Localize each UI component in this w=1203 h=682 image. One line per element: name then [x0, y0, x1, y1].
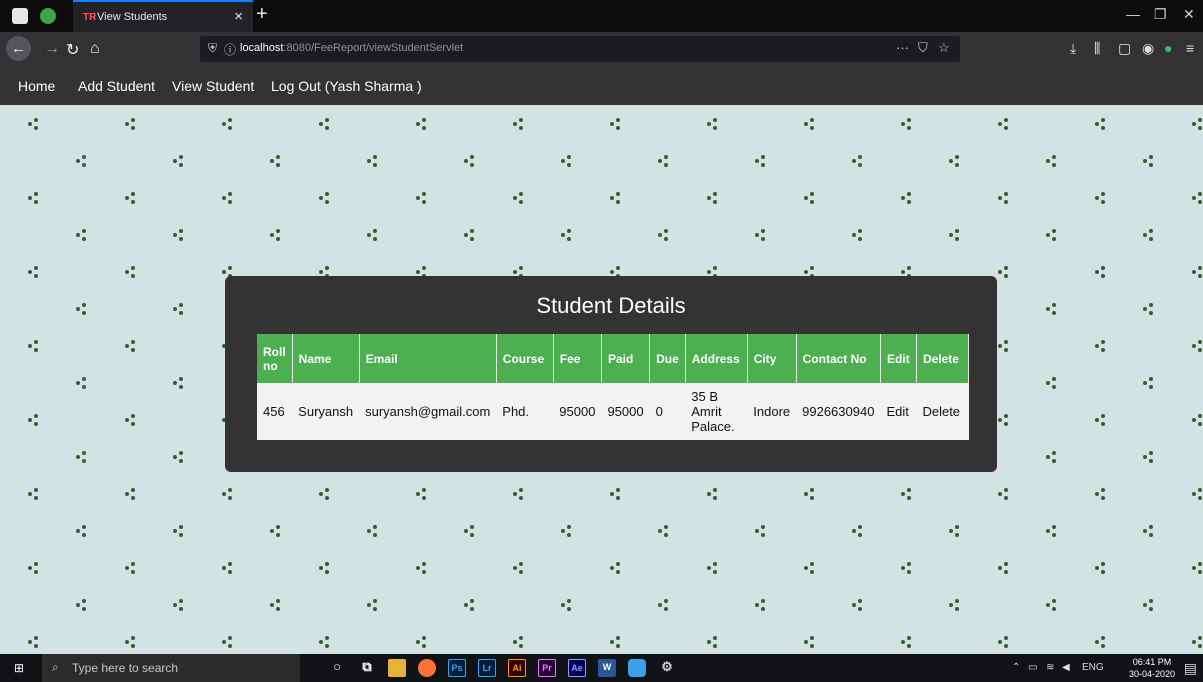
library-icon[interactable]: ⫼	[1094, 40, 1100, 57]
home-icon[interactable]: ⌂	[90, 40, 100, 58]
tab-view-students[interactable]: TR View Students ×	[73, 0, 253, 32]
search-icon: ⌕	[52, 660, 59, 674]
clock-time: 06:41 PM	[1132, 657, 1172, 667]
minimize-icon[interactable]: —	[1126, 6, 1140, 22]
back-arrow-icon[interactable]: ←	[6, 36, 31, 61]
volume-icon[interactable]: ◀	[1062, 662, 1070, 673]
col-paid: Paid	[601, 334, 651, 383]
cell-paid: 95000	[607, 404, 644, 419]
extension-icon[interactable]	[40, 8, 56, 24]
site-top-nav: Home Add Student View Student Log Out (Y…	[0, 67, 1203, 105]
taskbar-search-box[interactable]: ⌕ Type here to search	[42, 654, 300, 682]
file-explorer-icon[interactable]	[388, 659, 406, 677]
search-placeholder: Type here to search	[72, 661, 179, 675]
menu-hamburger-icon[interactable]: ≡	[1186, 40, 1194, 56]
sidebar-icon[interactable]: ▢	[1118, 40, 1131, 57]
window-menu-icon[interactable]	[12, 8, 28, 24]
3d-viewer-icon[interactable]	[628, 659, 646, 677]
url-host: localhost	[240, 42, 284, 54]
cell-email: suryansh@gmail.com	[365, 404, 491, 419]
cell-roll-no: 456	[263, 404, 285, 419]
student-details-panel: Student Details Roll no Name Email Cours…	[225, 276, 997, 472]
nav-add-student-link[interactable]: Add Student	[78, 78, 155, 94]
table-row: 456 Suryansh suryansh@gmail.com Phd. 950…	[257, 383, 968, 440]
col-contact-no: Contact No	[796, 334, 881, 383]
close-window-icon[interactable]: ✕	[1183, 6, 1195, 23]
cell-due: 0	[655, 404, 663, 419]
nav-home-link[interactable]: Home	[18, 78, 55, 94]
table-header-row: Roll no Name Email Course Fee Paid Due A…	[257, 334, 969, 383]
panel-title: Student Details	[536, 293, 686, 318]
reload-icon[interactable]: ↻	[66, 40, 79, 60]
col-delete: Delete	[916, 334, 969, 383]
cell-address: 35 B Amrit Palace.	[691, 389, 735, 434]
tray-chevron-icon[interactable]: ⌃	[1012, 662, 1020, 673]
col-due: Due	[649, 334, 686, 383]
cell-contact-no: 9926630940	[802, 404, 875, 419]
task-view-icon[interactable]: ⧉	[358, 659, 376, 677]
edit-link[interactable]: Edit	[880, 383, 916, 440]
lightroom-icon[interactable]: Lr	[478, 659, 496, 677]
premiere-icon[interactable]: Pr	[538, 659, 556, 677]
app-tool-icon[interactable]: ⚙	[658, 659, 676, 677]
pocket-icon[interactable]: ⛉	[918, 40, 928, 56]
wifi-icon[interactable]: ≋	[1046, 662, 1054, 673]
new-tab-icon[interactable]: +	[256, 3, 268, 26]
illustrator-icon[interactable]: Ai	[508, 659, 526, 677]
col-roll-no: Roll no	[257, 334, 293, 383]
after-effects-icon[interactable]: Ae	[568, 659, 586, 677]
tab-favicon-icon: TR	[83, 12, 97, 23]
windows-start-icon[interactable]: ⊞	[14, 661, 24, 675]
firefox-icon[interactable]	[418, 659, 436, 677]
col-city: City	[747, 334, 797, 383]
bookmark-star-icon[interactable]: ☆	[938, 40, 950, 56]
col-edit: Edit	[880, 334, 917, 383]
col-address: Address	[685, 334, 748, 383]
cell-name: Suryansh	[298, 404, 354, 419]
tracking-shield-icon[interactable]: ⛨	[208, 41, 217, 56]
page-body: Student Details Roll no Name Email Cours…	[0, 105, 1203, 654]
url-text: localhost:8080/FeeReport/viewStudentServ…	[240, 42, 463, 54]
cell-course: Phd.	[502, 404, 530, 419]
col-course: Course	[496, 334, 554, 383]
url-bar[interactable]: ⛨ ⓘ localhost:8080/FeeReport/viewStudent…	[200, 36, 960, 62]
notification-icon[interactable]: ▤	[1184, 660, 1197, 677]
windows-taskbar: ⊞ ⌕ Type here to search ○ ⧉ Ps Lr Ai Pr …	[0, 654, 1203, 682]
cell-city: Indore	[753, 404, 791, 419]
nav-view-student-link[interactable]: View Student	[172, 78, 254, 94]
url-path: :8080/FeeReport/viewStudentServlet	[283, 42, 464, 54]
language-indicator[interactable]: ENG	[1082, 662, 1104, 673]
downloads-icon[interactable]: ⤓	[1070, 40, 1076, 57]
browser-toolbar: ← → ↻ ⌂ ⛨ ⓘ localhost:8080/FeeReport/vie…	[0, 32, 1203, 67]
battery-icon[interactable]: ▭	[1028, 662, 1037, 673]
extension-green-icon[interactable]: ●	[1164, 40, 1172, 56]
cortana-icon[interactable]: ○	[328, 659, 346, 677]
restore-icon[interactable]: ❐	[1154, 6, 1167, 23]
students-table: Roll no Name Email Course Fee Paid Due A…	[257, 334, 969, 440]
col-email: Email	[359, 334, 497, 383]
word-icon[interactable]: W	[598, 659, 616, 677]
site-info-icon[interactable]: ⓘ	[224, 41, 236, 58]
photoshop-icon[interactable]: Ps	[448, 659, 466, 677]
tab-title: View Students	[97, 11, 168, 23]
col-fee: Fee	[553, 334, 602, 383]
taskbar-clock[interactable]: 06:41 PM 30-04-2020	[1129, 656, 1175, 680]
account-icon[interactable]: ◉	[1142, 40, 1154, 57]
cell-fee: 95000	[559, 404, 596, 419]
clock-date: 30-04-2020	[1128, 669, 1175, 679]
delete-link[interactable]: Delete	[916, 383, 968, 440]
col-name: Name	[292, 334, 360, 383]
browser-tab-strip: TR View Students × + — ❐ ✕	[0, 0, 1203, 32]
tab-close-icon[interactable]: ×	[234, 8, 243, 25]
nav-logout-link[interactable]: Log Out (Yash Sharma )	[271, 78, 422, 94]
page-actions-icon[interactable]: ···	[896, 40, 909, 55]
forward-arrow-icon[interactable]: →	[44, 40, 60, 58]
